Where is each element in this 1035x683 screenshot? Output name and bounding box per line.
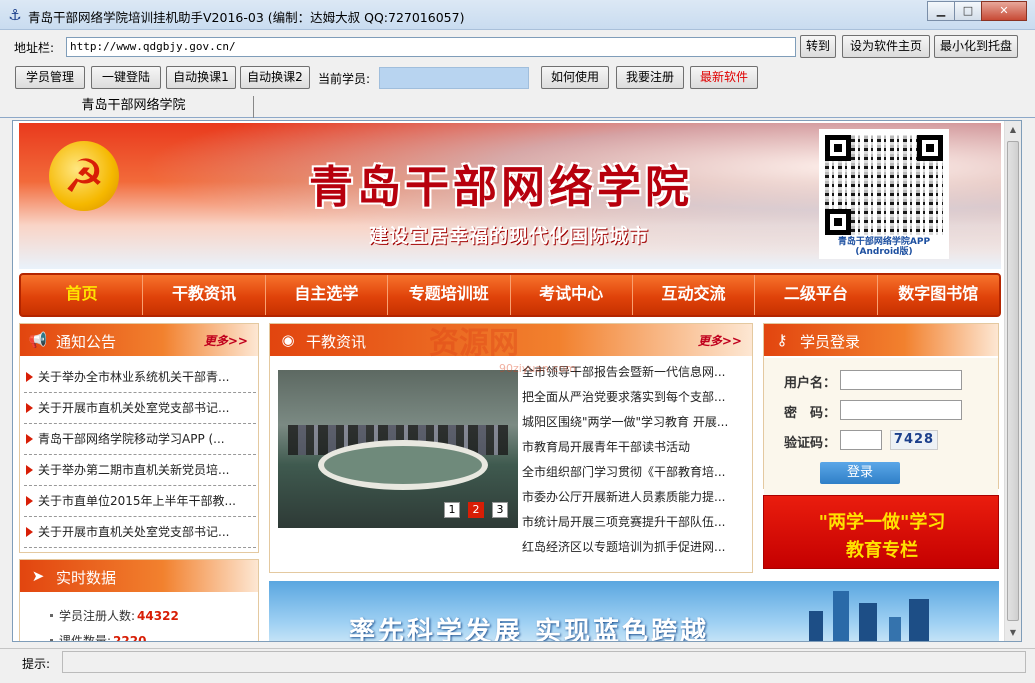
notice-item[interactable]: 关于举办全市林业系统机关干部青...	[24, 362, 256, 393]
bottom-banner-slogan: 率先科学发展 实现蓝色跨越	[349, 617, 710, 642]
status-text	[62, 651, 1026, 673]
site-slogan: 建设宜居幸福的现代化国际城市	[369, 225, 650, 247]
address-label: 地址栏:	[14, 41, 55, 55]
how-to-use-button[interactable]: 如何使用	[541, 66, 609, 89]
scroll-thumb[interactable]	[1007, 141, 1019, 621]
notice-item[interactable]: 关于开展市直机关处室党支部书记...	[24, 517, 256, 548]
address-row: 地址栏: http://www.qdgbjy.gov.cn/ 转到 设为软件主页…	[0, 33, 1035, 61]
party-emblem-icon: ☭	[49, 141, 119, 211]
status-label: 提示:	[22, 657, 51, 671]
auto-course-2-button[interactable]: 自动换课2	[240, 66, 310, 89]
nav-secondary-platform[interactable]: 二级平台	[755, 275, 878, 315]
login-button[interactable]: 登录	[820, 462, 900, 484]
anchor-icon: ⚓	[8, 6, 22, 24]
captcha-input[interactable]	[840, 430, 882, 450]
send-icon: ➤	[31, 567, 45, 585]
minimize-to-tray-button[interactable]: 最小化到托盘	[934, 35, 1018, 58]
username-input[interactable]	[840, 370, 962, 390]
maximize-button[interactable]: □	[954, 1, 982, 21]
notice-item[interactable]: 青岛干部网络学院移动学习APP (...	[24, 424, 256, 455]
one-click-login-button[interactable]: 一键登陆	[91, 66, 161, 89]
scroll-up-icon[interactable]: ▲	[1005, 121, 1021, 138]
register-button[interactable]: 我要注册	[616, 66, 684, 89]
vertical-scrollbar[interactable]: ▲ ▼	[1004, 121, 1021, 641]
news-item[interactable]: 红岛经济区以专题培训为抓手促进网...	[522, 535, 744, 560]
site-nav: 首页 干教资讯 自主选学 专题培训班 考试中心 互动交流 二级平台 数字图书馆	[19, 273, 1001, 317]
toolbar: 学员管理 一键登陆 自动换课1 自动换课2 当前学员: 如何使用 我要注册 最新…	[0, 64, 1035, 92]
stat-registered-users: 学员注册人数: 44322	[50, 604, 250, 629]
arrow-icon	[26, 403, 33, 413]
app-qr-code[interactable]: 青岛干部网络学院APP (Android版)	[819, 129, 949, 259]
student-management-button[interactable]: 学员管理	[15, 66, 85, 89]
password-label: 密 码：	[784, 406, 837, 421]
news-item[interactable]: 城阳区围绕"两学一做"学习教育 开展...	[522, 410, 744, 435]
qr-caption: 青岛干部网络学院APP (Android版)	[837, 237, 931, 257]
site-banner: ☭ 青岛干部网络学院 建设宜居幸福的现代化国际城市 青岛干部网络学院APP (An…	[19, 123, 1001, 269]
title-bar: ⚓ 青岛干部网络学院培训挂机助手V2016-03 (编制：达姆大叔 QQ:727…	[0, 0, 1035, 30]
nav-news[interactable]: 干教资讯	[143, 275, 266, 315]
arrow-icon	[26, 372, 33, 382]
tab-strip: 青岛干部网络学院	[0, 96, 1035, 118]
stat-courseware-count: 课件数量: 2220	[50, 629, 250, 641]
latest-software-button[interactable]: 最新软件	[690, 66, 758, 89]
status-bar: 提示:	[0, 648, 1035, 674]
window-title: 青岛干部网络学院培训挂机助手V2016-03 (编制：达姆大叔 QQ:72701…	[28, 10, 465, 25]
nav-interaction[interactable]: 互动交流	[633, 275, 756, 315]
slider-page-2[interactable]: 2	[468, 502, 484, 518]
arrow-icon	[26, 496, 33, 506]
news-item[interactable]: 市统计局开展三项竞赛提升干部队伍...	[522, 510, 744, 535]
scroll-down-icon[interactable]: ▼	[1005, 624, 1021, 641]
news-title: 干教资讯	[306, 333, 367, 351]
minimize-button[interactable]: ▁	[927, 1, 955, 21]
login-title: 学员登录	[800, 333, 861, 351]
current-student-field	[379, 67, 529, 89]
site-title: 青岛干部网络学院	[309, 162, 693, 213]
arrow-icon	[26, 527, 33, 537]
notice-item[interactable]: 关于市直单位2015年上半年干部教...	[24, 486, 256, 517]
stats-panel: ➤ 实时数据 学员注册人数: 44322 课件数量: 2220	[19, 559, 259, 641]
set-home-button[interactable]: 设为软件主页	[842, 35, 930, 58]
nav-special-training[interactable]: 专题培训班	[388, 275, 511, 315]
auto-course-1-button[interactable]: 自动换课1	[166, 66, 236, 89]
notice-item[interactable]: 关于开展市直机关处室党支部书记...	[24, 393, 256, 424]
password-input[interactable]	[840, 400, 962, 420]
notice-panel: 📢 通知公告 更多>> 关于举办全市林业系统机关干部青... 关于开展市直机关处…	[19, 323, 259, 553]
current-student-label: 当前学员:	[318, 72, 371, 86]
web-view: ☭ 青岛干部网络学院 建设宜居幸福的现代化国际城市 青岛干部网络学院APP (An…	[12, 120, 1022, 642]
news-item[interactable]: 市教育局开展青年干部读书活动	[522, 435, 744, 460]
news-more-link[interactable]: 更多>>	[698, 332, 742, 349]
news-photo-slider[interactable]: 1 2 3	[278, 370, 518, 528]
notice-item[interactable]: 关于举办第二期市直机关新党员培...	[24, 455, 256, 486]
key-icon: ⚷	[776, 331, 788, 349]
slider-page-1[interactable]: 1	[444, 502, 460, 518]
two-studies-promo[interactable]: "两学一做"学习 教育专栏	[763, 495, 999, 569]
nav-self-select[interactable]: 自主选学	[266, 275, 389, 315]
notice-title: 通知公告	[56, 333, 117, 351]
news-item[interactable]: 市委办公厅开展新进人员素质能力提...	[522, 485, 744, 510]
nav-home[interactable]: 首页	[21, 275, 144, 315]
arrow-icon	[26, 465, 33, 475]
login-panel: ⚷ 学员登录 用户名： 密 码： 验证码： 7428 登录	[763, 323, 999, 498]
nav-exam-center[interactable]: 考试中心	[511, 275, 633, 315]
captcha-label: 验证码：	[784, 436, 837, 451]
slider-page-3[interactable]: 3	[492, 502, 508, 518]
rss-icon: ◉	[281, 331, 295, 349]
nav-digital-library[interactable]: 数字图书馆	[878, 275, 999, 315]
close-button[interactable]: ✕	[981, 1, 1027, 21]
news-item[interactable]: 把全面从严治党要求落实到每个支部...	[522, 385, 744, 410]
notice-more-link[interactable]: 更多>>	[204, 332, 248, 349]
go-button[interactable]: 转到	[800, 35, 836, 58]
tab-qdgbjy[interactable]: 青岛干部网络学院	[14, 96, 254, 118]
stats-title: 实时数据	[56, 569, 117, 587]
watermark: 资源网 90ziyuan.com	[429, 326, 577, 375]
username-label: 用户名：	[784, 376, 837, 391]
arrow-icon	[26, 434, 33, 444]
bottom-banner: 率先科学发展 实现蓝色跨越	[269, 581, 999, 642]
promo-line-1: "两学一做"学习	[818, 512, 946, 533]
captcha-image[interactable]: 7428	[890, 430, 938, 450]
news-item[interactable]: 全市组织部门学习贯彻《干部教育培...	[522, 460, 744, 485]
megaphone-icon: 📢	[28, 331, 48, 349]
promo-line-2: 教育专栏	[846, 540, 918, 561]
address-input[interactable]: http://www.qdgbjy.gov.cn/	[66, 37, 796, 57]
